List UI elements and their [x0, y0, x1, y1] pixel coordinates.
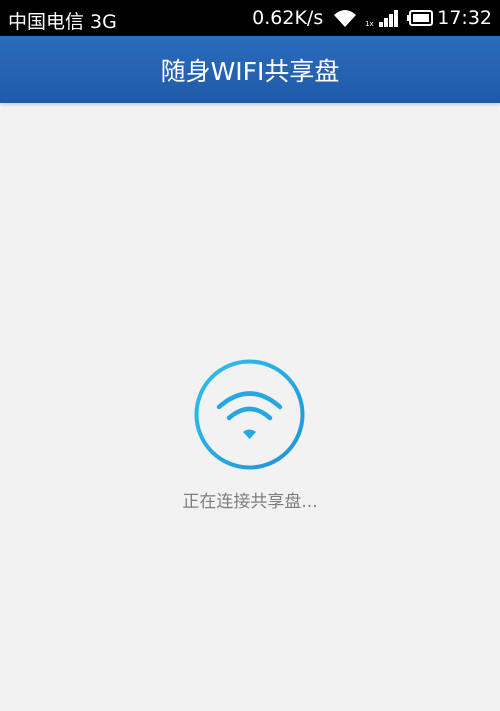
screen: 中国电信 3G 0.62K/s 1x 17:32 随身WIFI共享盘 正在连接共… — [0, 0, 500, 711]
svg-text:1x: 1x — [365, 20, 374, 28]
app-bar: 随身WIFI共享盘 — [0, 36, 500, 103]
network-speed: 0.62K/s — [252, 7, 324, 29]
signal-icon: 1x — [365, 10, 399, 28]
battery-icon — [407, 10, 434, 26]
status-right-group: 0.62K/s 1x 17:32 — [252, 0, 492, 36]
loading-status-text: 正在连接共享盘... — [182, 492, 318, 512]
wifi-icon — [194, 359, 305, 470]
status-bar: 中国电信 3G 0.62K/s 1x 17:32 — [0, 0, 500, 36]
carrier-label: 中国电信 3G — [8, 11, 117, 33]
app-title: 随身WIFI共享盘 — [160, 57, 340, 86]
wifi-icon — [334, 10, 357, 27]
clock: 17:32 — [437, 7, 492, 29]
